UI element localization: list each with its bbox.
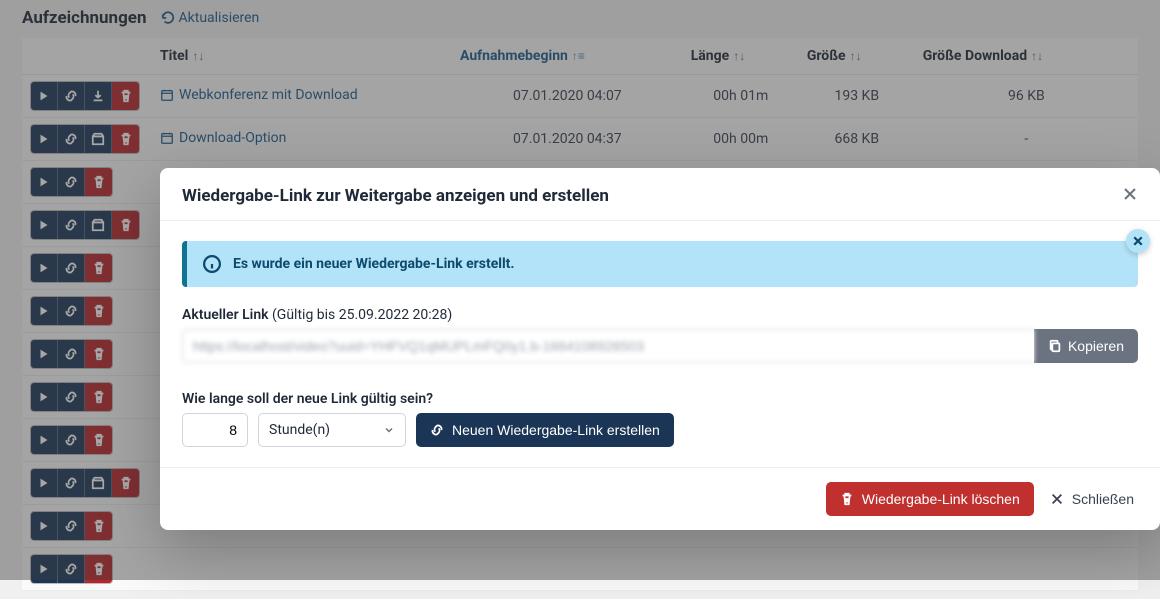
delete-link-button[interactable]: Wiedergabe-Link löschen [826, 482, 1034, 516]
dialog-title: Wiedergabe-Link zur Weitergabe anzeigen … [182, 186, 1122, 206]
duration-input[interactable] [182, 413, 248, 447]
toast-close-button[interactable] [1126, 229, 1150, 253]
toast-message: Es wurde ein neuer Wiedergabe-Link erste… [233, 256, 514, 272]
dialog-close-button[interactable] [1122, 186, 1138, 206]
link-icon [430, 423, 444, 437]
info-icon [203, 255, 221, 273]
close-icon [1050, 492, 1064, 506]
close-icon [1132, 235, 1144, 247]
duration-unit-select[interactable]: Stunde(n) [258, 413, 406, 447]
current-link-input[interactable] [182, 329, 1034, 363]
playback-link-dialog: Wiedergabe-Link zur Weitergabe anzeigen … [160, 168, 1160, 530]
copy-icon [1048, 339, 1062, 353]
close-dialog-button[interactable]: Schließen [1046, 482, 1138, 516]
chevron-down-icon [383, 424, 395, 436]
close-icon [1122, 186, 1138, 202]
success-toast: Es wurde ein neuer Wiedergabe-Link erste… [182, 241, 1138, 287]
copy-link-button[interactable]: Kopieren [1034, 329, 1138, 363]
duration-question: Wie lange soll der neue Link gültig sein… [182, 391, 1138, 407]
trash-icon [840, 492, 854, 506]
create-link-button[interactable]: Neuen Wiedergabe-Link erstellen [416, 413, 674, 447]
current-link-label: Aktueller Link (Gültig bis 25.09.2022 20… [182, 307, 1138, 323]
